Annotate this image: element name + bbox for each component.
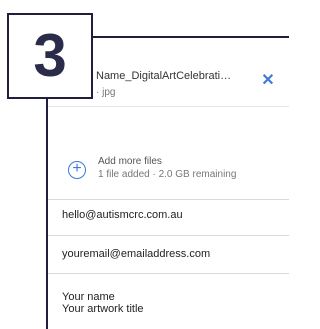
message-line-name[interactable]: Your name: [62, 291, 282, 303]
add-more-files-label: Add more files: [98, 156, 162, 167]
from-email-field[interactable]: youremail@emailaddress.com: [62, 248, 282, 260]
file-name: Name_DigitalArtCelebration.jpg: [96, 70, 236, 82]
close-icon: ✕: [261, 72, 275, 89]
files-remaining-status: 1 file added · 2.0 GB remaining: [98, 169, 237, 180]
remove-file-button[interactable]: ✕: [260, 73, 276, 89]
divider: [48, 273, 289, 274]
divider: [48, 235, 289, 236]
add-more-files-button[interactable]: + Add more files 1 file added · 2.0 GB r…: [68, 156, 268, 186]
step-number-badge: 3: [7, 13, 93, 99]
plus-circle-icon: +: [68, 161, 86, 179]
file-meta: · jpg: [96, 87, 116, 98]
divider: [48, 199, 289, 200]
message-line-title[interactable]: Your artwork title: [62, 303, 282, 315]
to-email-field[interactable]: hello@autismcrc.com.au: [62, 209, 282, 221]
